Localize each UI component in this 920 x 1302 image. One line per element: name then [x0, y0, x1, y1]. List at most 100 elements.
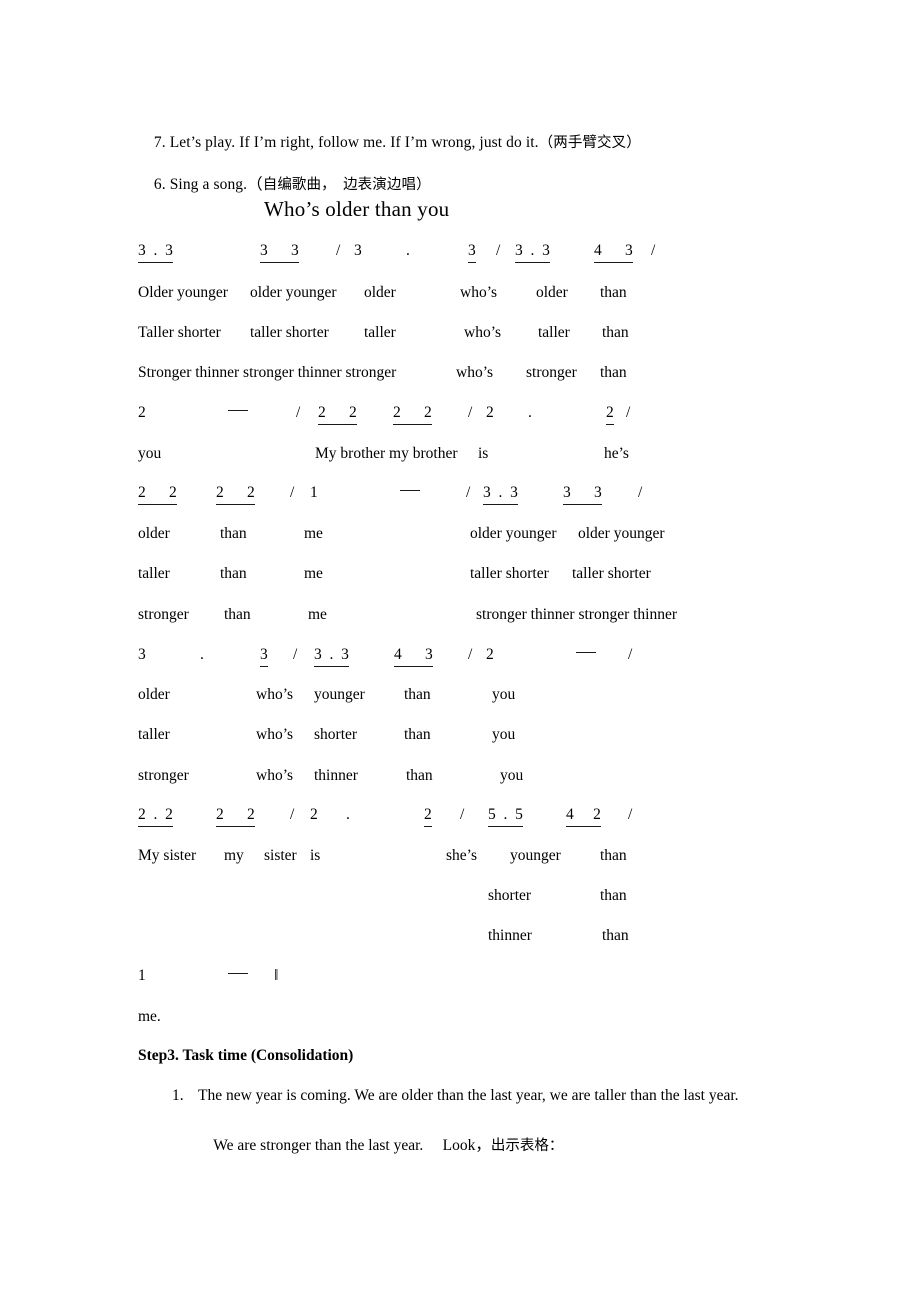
- beamed-note-group: 2 2: [393, 403, 432, 425]
- lyric-row: thinner than: [138, 926, 908, 952]
- beamed-note-group: 3 3: [563, 483, 602, 505]
- lyric-row: taller who’s shorter than you: [138, 725, 908, 751]
- notation-row: 2 2 2 2 / 1 / 3 . 3 3 3 /: [138, 483, 898, 509]
- lyric-word: than: [406, 767, 433, 784]
- document-page: 7. Let’s play. If I’m right, follow me. …: [0, 0, 920, 1302]
- beamed-note-group: 2 . 2: [138, 805, 173, 827]
- barline: /: [496, 242, 501, 259]
- lyric-word: older: [138, 686, 170, 703]
- task-item-line2: We are stronger than the last year. Look…: [198, 1122, 563, 1169]
- lyric-row: stronger who’s thinner than you: [138, 766, 908, 792]
- task-item-line2-note: 出示表格：: [490, 1137, 564, 1154]
- note-number: 2: [138, 404, 146, 421]
- lyric-word: Stronger thinner stronger thinner strong…: [138, 364, 397, 381]
- lyric-word: shorter: [488, 887, 532, 904]
- task-item-line2-en: We are stronger than the last year. Look…: [213, 1136, 491, 1154]
- beam-underline: 3 . 3: [314, 645, 349, 667]
- beam-underline: 3 . 3: [138, 241, 173, 263]
- beamed-note-group: 2 2: [138, 483, 177, 505]
- barline: /: [626, 404, 631, 421]
- lyric-word: older: [536, 284, 568, 301]
- duration-dash: [400, 483, 420, 503]
- lyric-word: she’s: [446, 847, 477, 864]
- lyric-word: taller: [364, 324, 396, 341]
- step3-heading: Step3. Task time (Consolidation): [138, 1047, 354, 1064]
- beamed-note-group: 3 . 3: [515, 241, 550, 263]
- intro-line-7-note: （两手臂交叉）: [538, 134, 641, 151]
- lyric-word: older: [138, 525, 170, 542]
- beam-underline: 2: [606, 403, 614, 425]
- lyric-word: than: [220, 565, 247, 582]
- lyric-word: Taller shorter: [138, 324, 221, 341]
- lyric-word: who’s: [256, 686, 294, 703]
- beamed-note-group: 2 2: [216, 805, 255, 827]
- lyric-word: than: [602, 927, 629, 944]
- note-number: 3: [138, 646, 146, 663]
- lyric-word: who’s: [456, 364, 494, 381]
- beam-underline: 2 . 2: [138, 805, 173, 827]
- lyric-row: Taller shorter taller shorter taller who’s t…: [138, 323, 908, 349]
- duration-dash-line: [576, 652, 596, 653]
- lyric-word: taller shorter: [572, 565, 651, 582]
- lyric-word: shorter: [314, 726, 358, 743]
- beam-underline: 2 2: [138, 483, 177, 505]
- barline: /: [466, 484, 471, 501]
- notation-row: 2 . 2 2 2 / 2. 2 / 5 . 5 4 2 /: [138, 805, 898, 831]
- lyric-word: sister: [264, 847, 297, 864]
- beam-underline: 3 . 3: [483, 483, 518, 505]
- augmentation-dot: .: [346, 806, 350, 823]
- lyric-row: My sister my sister is she’s younger than: [138, 846, 908, 872]
- lyric-word: is: [478, 445, 489, 462]
- barline: /: [293, 646, 298, 663]
- barline: /: [638, 484, 643, 501]
- beam-underline: 3: [468, 241, 476, 263]
- note-number: 1: [138, 967, 146, 984]
- lyric-row: older who’s younger than you: [138, 685, 908, 711]
- beamed-note-group: 4 3: [594, 241, 633, 263]
- lyric-word: who’s: [256, 726, 294, 743]
- lyric-word: my: [224, 847, 244, 864]
- notation-row: 3. 3 / 3 . 3 4 3 / 2 /: [138, 645, 898, 671]
- lyric-word: than: [600, 847, 627, 864]
- lyric-word: who’s: [460, 284, 498, 301]
- lyric-word: than: [404, 726, 431, 743]
- beamed-note-group: 3 . 3: [314, 645, 349, 667]
- lyric-word: older younger: [250, 284, 337, 301]
- beam-underline: 2 2: [216, 805, 255, 827]
- beam-underline: 3 . 3: [515, 241, 550, 263]
- beam-underline: 2 2: [216, 483, 255, 505]
- lyric-row: Stronger thinner stronger thinner strong…: [138, 363, 908, 389]
- lyric-word: is: [310, 847, 321, 864]
- lyric-word: stronger: [138, 767, 189, 784]
- final-double-barline: ‖: [274, 967, 278, 984]
- intro-line-6-note: 自编歌曲， 边表演边唱）: [262, 176, 431, 193]
- lyric-row: Older younger older younger older who’s olde…: [138, 283, 908, 309]
- lyric-word: Older younger: [138, 284, 228, 301]
- lyric-word: me: [304, 525, 323, 542]
- task-item-number: 1.: [172, 1087, 184, 1104]
- lyric-row: taller than me taller shorter taller shorter: [138, 564, 908, 590]
- note-number: 1: [310, 484, 318, 501]
- notation-row: 3 . 3 3 3 / 3. 3 / 3 . 3 4 3 /: [138, 241, 898, 267]
- lyric-word: older younger: [470, 525, 557, 542]
- lyric-word: thinner: [488, 927, 532, 944]
- lyric-word: me: [308, 606, 327, 623]
- lyric-word: me.: [138, 1008, 161, 1025]
- lyric-word: taller: [138, 565, 170, 582]
- beamed-note-group: 3: [468, 241, 476, 263]
- lyric-word: you: [492, 726, 516, 743]
- beamed-note-group: 4 3: [394, 645, 433, 667]
- notation-row: 1 ‖: [138, 966, 898, 992]
- lyric-word: My sister: [138, 847, 197, 864]
- barline: /: [290, 484, 295, 501]
- barline: /: [628, 806, 633, 823]
- beamed-note-group: 2: [424, 805, 432, 827]
- augmentation-dot: .: [200, 646, 204, 663]
- lyric-word: who’s: [464, 324, 502, 341]
- lyric-word: you: [492, 686, 516, 703]
- beamed-note-group: 3: [260, 645, 268, 667]
- lyric-row: me.: [138, 1007, 908, 1033]
- beam-underline: 3 3: [260, 241, 299, 263]
- note-number: 2: [486, 404, 494, 421]
- task-item-line1: The new year is coming. We are older tha…: [198, 1087, 739, 1104]
